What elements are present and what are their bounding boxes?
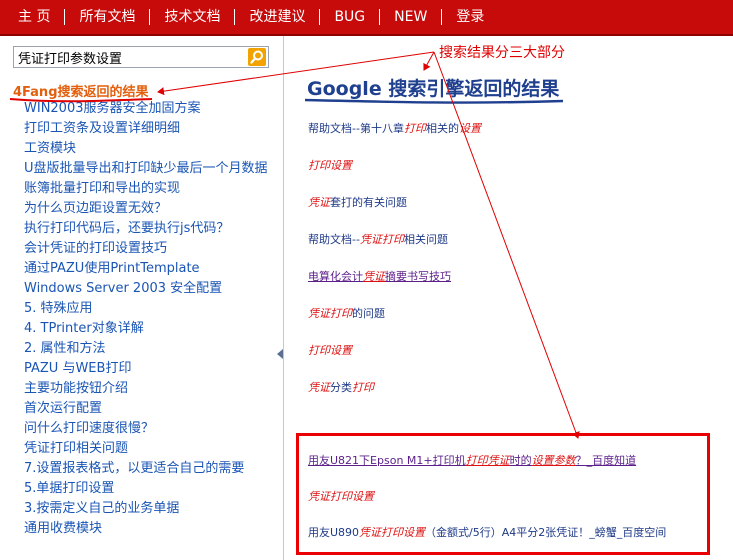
doc-link[interactable]: 会计凭证的打印设置技巧 [24, 239, 274, 259]
doc-link[interactable]: 5. 特殊应用 [24, 299, 274, 319]
nav-all-docs[interactable]: 所有文档 [64, 9, 149, 25]
result-text: 分类 [330, 381, 352, 394]
annotation-label: 搜索结果分三大部分 [439, 45, 565, 61]
google-result[interactable]: 凭证分类打印 [308, 379, 374, 395]
doc-link[interactable]: U盘版批量导出和打印缺少最后一个月数据 [24, 159, 274, 179]
search-icon [250, 50, 263, 64]
result-keyword: 打印 [403, 122, 426, 135]
result-text: 摘要书写技巧 [385, 270, 451, 283]
doc-link[interactable]: 问什么打印速度很慢？ [24, 419, 274, 439]
result-keyword: 凭证 [308, 381, 330, 394]
doc-link[interactable]: 4. TPrinter对象详解 [24, 319, 274, 339]
doc-link[interactable]: 3.按需定义自己的业务单据 [24, 499, 274, 519]
doc-link[interactable]: PAZU 与WEB打印 [24, 359, 274, 379]
nav-bug[interactable]: BUG [319, 9, 379, 25]
result-keyword: 凭证打印 [359, 233, 404, 246]
result-text: 电算化会计 [308, 270, 363, 283]
4fang-results-heading: 4Fang搜索返回的结果 [13, 85, 149, 100]
doc-link[interactable]: 凭证打印相关问题 [24, 439, 274, 459]
doc-link[interactable]: 通过PAZU使用PrintTemplate [24, 259, 274, 279]
doc-link[interactable]: 账簿批量打印和导出的实现 [24, 179, 274, 199]
result-keyword: 打印 [352, 381, 374, 394]
nav-new[interactable]: NEW [379, 9, 441, 25]
result-keyword: 凭证 [363, 270, 385, 283]
search-input[interactable] [14, 47, 238, 67]
doc-link[interactable]: 执行打印代码后，还要执行js代码？ [24, 219, 274, 239]
result-keyword: 打印设置 [308, 159, 352, 172]
google-result[interactable]: 打印设置 [308, 342, 352, 358]
doc-link[interactable]: 主要功能按钮介绍 [24, 379, 274, 399]
doc-list: WIN2003服务器安全加固方案 打印工资条及设置详细明细 工资模块 U盘版批量… [24, 99, 274, 539]
result-keyword: 设置 [458, 122, 481, 135]
highlight-box [296, 433, 710, 555]
doc-link[interactable]: 7.设置报表格式，以更适合自己的需要 [24, 459, 274, 479]
result-text: 帮助文档--第十八章 [308, 122, 404, 135]
doc-link[interactable]: 首次运行配置 [24, 399, 274, 419]
doc-link[interactable]: 2. 属性和方法 [24, 339, 274, 359]
google-result[interactable]: 帮助文档--凭证打印相关问题 [308, 231, 448, 247]
google-result[interactable]: 电算化会计凭证摘要书写技巧 [308, 268, 451, 284]
result-text: 帮助文档-- [308, 233, 360, 246]
doc-link[interactable]: 打印工资条及设置详细明细 [24, 119, 274, 139]
result-text: 相关问题 [403, 233, 448, 246]
google-result[interactable]: 帮助文档--第十八章打印相关的设置 [308, 120, 481, 136]
doc-link[interactable]: 工资模块 [24, 139, 274, 159]
google-results-heading: Google 搜索引擎返回的结果 [307, 78, 560, 100]
nav-tech-docs[interactable]: 技术文档 [149, 9, 234, 25]
result-keyword: 打印设置 [308, 344, 352, 357]
result-text: 相关的 [425, 122, 459, 135]
nav-suggestions[interactable]: 改进建议 [234, 9, 319, 25]
google-result[interactable]: 凭证套打的有关问题 [308, 194, 407, 210]
result-text: 套打的有关问题 [330, 196, 407, 209]
doc-link[interactable]: 为什么页边距设置无效？ [24, 199, 274, 219]
search-box [13, 46, 269, 68]
result-keyword: 凭证打印 [308, 307, 352, 320]
left-panel: 4Fang搜索返回的结果 WIN2003服务器安全加固方案 打印工资条及设置详细… [0, 36, 284, 560]
result-text: 的问题 [352, 307, 385, 320]
collapse-arrow-icon[interactable] [276, 349, 284, 359]
nav-home[interactable]: 主 页 [0, 9, 64, 25]
result-keyword: 凭证 [308, 196, 330, 209]
nav-login[interactable]: 登录 [441, 9, 498, 25]
search-button[interactable] [248, 48, 266, 66]
google-result[interactable]: 凭证打印的问题 [308, 305, 385, 321]
top-nav: 主 页 所有文档 技术文档 改进建议 BUG NEW 登录 [0, 0, 733, 36]
doc-link[interactable]: Windows Server 2003 安全配置 [24, 279, 274, 299]
doc-link[interactable]: 通用收费模块 [24, 519, 274, 539]
doc-link[interactable]: 5.单据打印设置 [24, 479, 274, 499]
doc-link[interactable]: WIN2003服务器安全加固方案 [24, 99, 274, 119]
google-result[interactable]: 打印设置 [308, 157, 352, 173]
